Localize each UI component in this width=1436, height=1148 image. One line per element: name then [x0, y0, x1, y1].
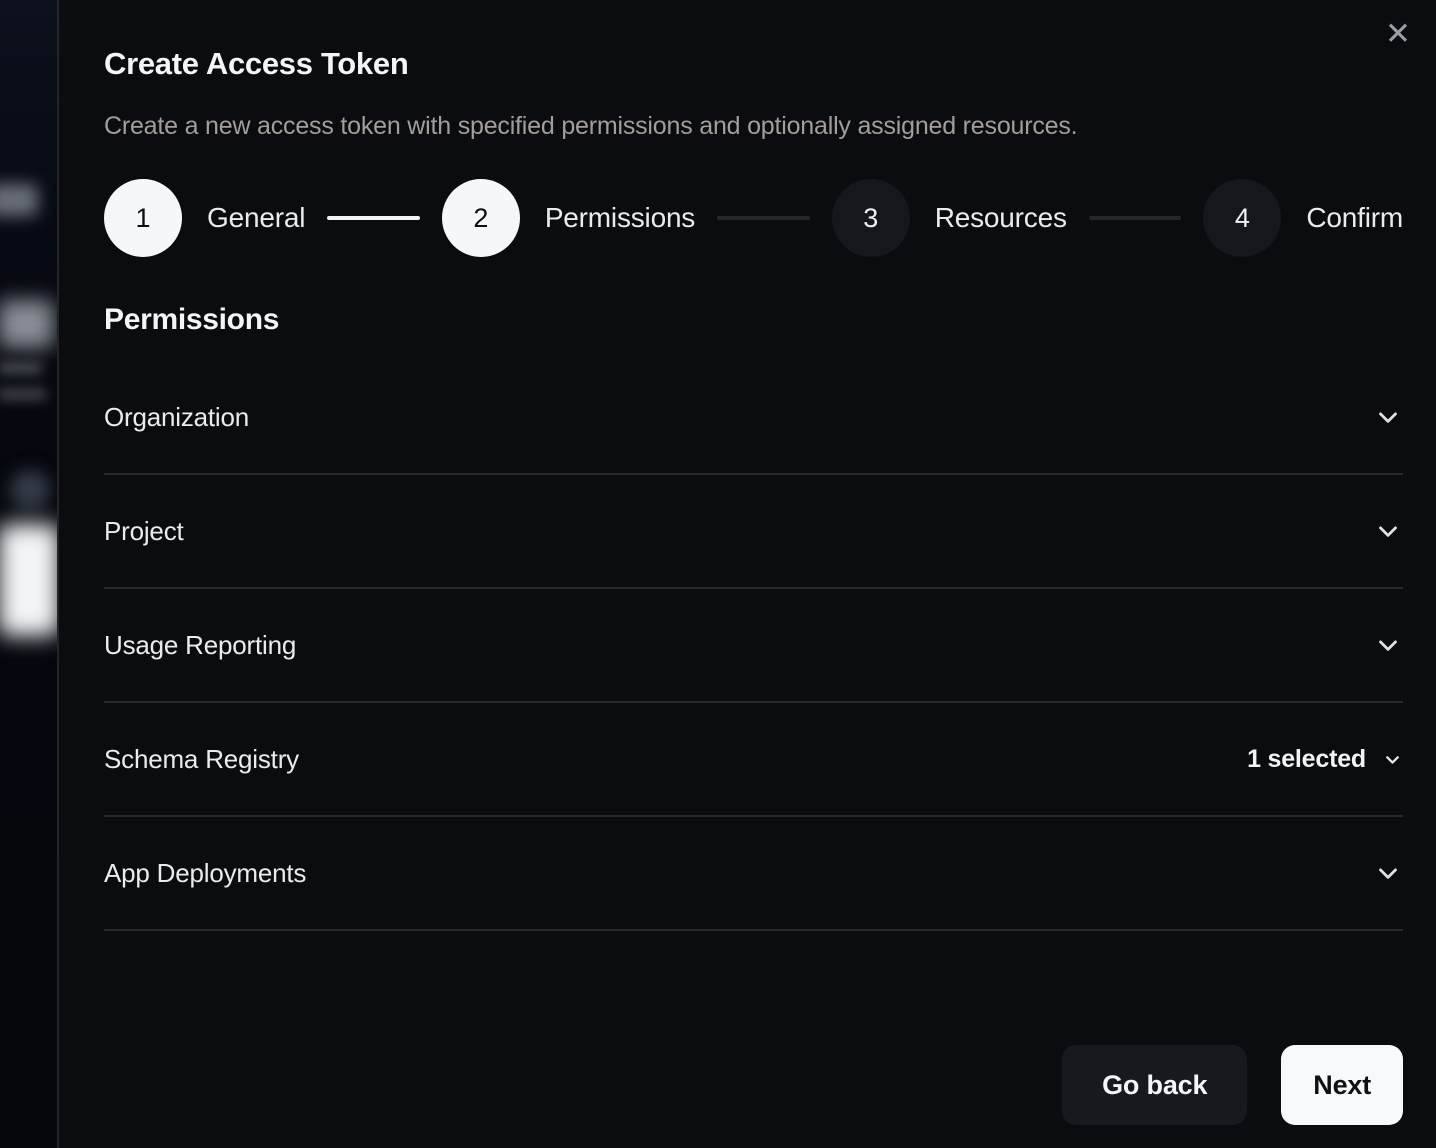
step-permissions: 2 Permissions: [442, 179, 695, 257]
blurred-text-line: [0, 388, 46, 400]
blurred-content-block: [0, 300, 54, 348]
permissions-heading: Permissions: [104, 302, 1403, 337]
permission-group-label: Project: [104, 516, 184, 547]
chevron-down-icon: [1373, 630, 1403, 660]
permission-group-schema-registry[interactable]: Schema Registry 1 selected: [104, 703, 1403, 817]
step-connector: [717, 216, 810, 220]
step-connector: [1089, 216, 1182, 220]
step-1-label: General: [207, 202, 305, 234]
step-connector-done: [327, 216, 420, 220]
modal-title: Create Access Token: [104, 46, 1403, 82]
blurred-avatar: [10, 470, 50, 510]
permission-group-app-deployments[interactable]: App Deployments: [104, 817, 1403, 931]
permission-group-usage-reporting[interactable]: Usage Reporting: [104, 589, 1403, 703]
blurred-text-line: [0, 362, 42, 374]
chevron-down-icon: [1373, 516, 1403, 546]
step-general: 1 General: [104, 179, 305, 257]
step-4-label: Confirm: [1306, 202, 1403, 234]
chevron-down-icon: [1373, 402, 1403, 432]
accordion-controls: 1 selected: [1247, 745, 1403, 774]
accordion-controls: [1373, 858, 1403, 888]
next-button[interactable]: Next: [1281, 1045, 1403, 1125]
permission-group-project[interactable]: Project: [104, 475, 1403, 589]
background-app-strip: [0, 0, 57, 1148]
go-back-button[interactable]: Go back: [1062, 1045, 1247, 1125]
blurred-card: [0, 524, 57, 636]
step-confirm: 4 Confirm: [1203, 179, 1403, 257]
permission-group-organization[interactable]: Organization: [104, 361, 1403, 475]
step-2-label: Permissions: [545, 202, 695, 234]
step-3-label: Resources: [935, 202, 1067, 234]
step-2-indicator: 2: [442, 179, 520, 257]
close-button[interactable]: ✕: [1378, 14, 1418, 54]
selected-count-badge: 1 selected: [1247, 745, 1366, 774]
chevron-down-icon: [1382, 749, 1403, 770]
permission-group-label: Usage Reporting: [104, 630, 296, 661]
permission-group-label: Organization: [104, 402, 249, 433]
create-access-token-modal: ✕ Create Access Token Create a new acces…: [57, 0, 1436, 1148]
screen: ✕ Create Access Token Create a new acces…: [0, 0, 1436, 1148]
step-1-indicator: 1: [104, 179, 182, 257]
stepper: 1 General 2 Permissions 3 Resources 4 Co…: [104, 179, 1403, 257]
permission-group-label: Schema Registry: [104, 744, 299, 775]
modal-subtitle: Create a new access token with specified…: [104, 112, 1403, 141]
step-4-indicator: 4: [1203, 179, 1281, 257]
accordion-controls: [1373, 516, 1403, 546]
accordion-controls: [1373, 630, 1403, 660]
permission-group-label: App Deployments: [104, 858, 306, 889]
chevron-down-icon: [1373, 858, 1403, 888]
step-resources: 3 Resources: [832, 179, 1067, 257]
permission-groups: Organization Project Usage Reporting: [104, 361, 1403, 931]
modal-footer: Go back Next: [1062, 1045, 1403, 1125]
close-icon: ✕: [1385, 16, 1411, 51]
blurred-nav-item: [0, 184, 38, 216]
accordion-controls: [1373, 402, 1403, 432]
step-3-indicator: 3: [832, 179, 910, 257]
